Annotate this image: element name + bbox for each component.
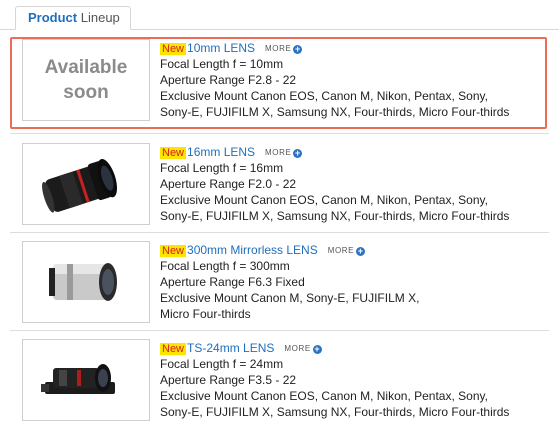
new-badge: New: [160, 43, 187, 55]
more-link[interactable]: MORE +: [265, 44, 303, 54]
tab-label-product: Product: [28, 10, 78, 25]
more-label: MORE: [327, 246, 355, 255]
more-label: MORE: [265, 148, 292, 157]
product-name-link[interactable]: 10mm LENS: [187, 41, 255, 55]
spec-focal-length: Focal Length f = 16mm: [160, 161, 284, 175]
spec-mount-cont: Sony-E, FUJIFILM X, Samsung NX, Four-thi…: [160, 209, 510, 223]
list-item: New TS-24mm LENS MORE + Focal Length f = 24…: [10, 330, 545, 428]
product-name-link[interactable]: TS-24mm LENS: [187, 341, 274, 355]
tab-bar: Product Lineup: [0, 0, 559, 30]
spec-aperture: Aperture Range F2.0 - 22: [160, 177, 297, 191]
tab-product-lineup[interactable]: Product Lineup: [15, 6, 131, 30]
lens-300mm-image[interactable]: [22, 241, 150, 323]
product-info: New 16mm LENS MORE + Focal Length f = 16mm …: [160, 144, 550, 224]
spec-aperture: Aperture Range F3.5 - 22: [160, 373, 297, 387]
lens-16mm-image[interactable]: [22, 143, 150, 225]
spec-mount: Exclusive Mount Canon M, Sony-E, FUJIFIL…: [160, 291, 420, 305]
product-name-link[interactable]: 16mm LENS: [187, 145, 255, 159]
new-badge: New: [160, 147, 187, 159]
lens-image: [42, 158, 118, 213]
new-badge: New: [160, 245, 187, 257]
more-link[interactable]: MORE +: [265, 148, 303, 158]
spec-mount-cont: Micro Four-thirds: [160, 307, 251, 321]
more-link[interactable]: MORE +: [327, 246, 366, 256]
spec-focal-length: Focal Length f = 10mm: [160, 57, 284, 71]
plus-icon: +: [293, 44, 303, 54]
plus-icon: +: [356, 246, 366, 256]
more-label: MORE: [284, 344, 311, 353]
more-link[interactable]: MORE +: [284, 344, 322, 354]
product-info: New 300mm Mirrorless LENS MORE + Focal Leng…: [160, 242, 550, 322]
lens-image: [41, 364, 115, 394]
lens-image: [49, 263, 117, 301]
plus-icon: +: [293, 148, 303, 158]
available-soon-image[interactable]: Available soon: [22, 39, 150, 121]
spec-mount-cont: Sony-E, FUJIFILM X, Samsung NX, Four-thi…: [160, 105, 510, 119]
placeholder-line-1: Available: [44, 57, 128, 78]
spec-focal-length: Focal Length f = 300mm: [160, 259, 290, 273]
spec-focal-length: Focal Length f = 24mm: [160, 357, 284, 371]
product-name-link[interactable]: 300mm Mirrorless LENS: [187, 243, 318, 257]
spec-aperture: Aperture Range F2.8 - 22: [160, 73, 297, 87]
list-item: New 300mm Mirrorless LENS MORE + Focal Leng…: [10, 232, 545, 330]
spec-mount-cont: Sony-E, FUJIFILM X, Samsung NX, Four-thi…: [160, 405, 510, 419]
list-item: Available soon New 10mm LENS MORE + Focal L…: [10, 30, 545, 130]
product-info: New TS-24mm LENS MORE + Focal Length f = 24…: [160, 340, 550, 420]
list-item: New 16mm LENS MORE + Focal Length f = 16mm …: [10, 134, 545, 232]
plus-icon: +: [312, 344, 322, 354]
lens-ts24mm-image[interactable]: [22, 339, 150, 421]
more-label: MORE: [265, 44, 292, 53]
placeholder-line-2: soon: [63, 82, 109, 103]
spec-mount: Exclusive Mount Canon EOS, Canon M, Niko…: [160, 89, 488, 103]
product-info: New 10mm LENS MORE + Focal Length f = 10mm …: [160, 40, 550, 120]
spec-aperture: Aperture Range F6.3 Fixed: [160, 275, 305, 289]
spec-mount: Exclusive Mount Canon EOS, Canon M, Niko…: [160, 193, 488, 207]
tab-label-lineup: Lineup: [80, 10, 120, 25]
new-badge: New: [160, 343, 187, 355]
spec-mount: Exclusive Mount Canon EOS, Canon M, Niko…: [160, 389, 488, 403]
